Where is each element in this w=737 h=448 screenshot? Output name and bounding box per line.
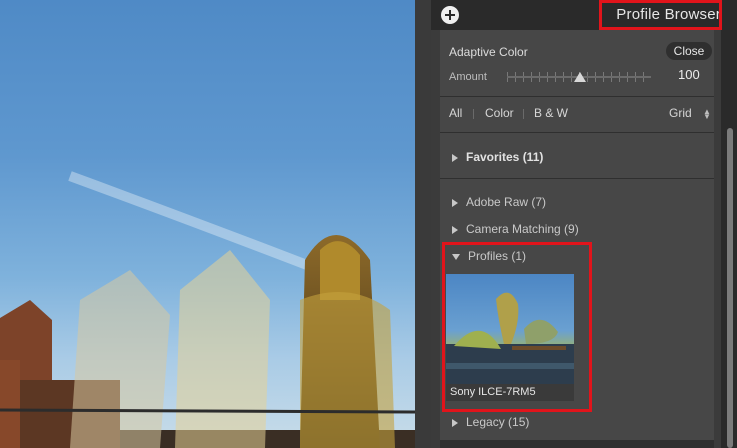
profile-browser-content: Adaptive Color Close Amount 100 All Colo… bbox=[440, 30, 714, 446]
triangle-right-icon bbox=[452, 198, 458, 207]
profile-browser-panel: Profile Browser Adaptive Color Close Amo… bbox=[431, 0, 737, 448]
divider bbox=[440, 96, 714, 97]
tab-separator bbox=[473, 109, 474, 119]
panel-gutter bbox=[415, 0, 431, 448]
amount-value: 100 bbox=[678, 67, 700, 82]
scrollbar-thumb[interactable] bbox=[727, 128, 733, 448]
section-adobe-raw[interactable]: Adobe Raw (7) bbox=[452, 195, 546, 209]
tab-bw[interactable]: B & W bbox=[534, 106, 568, 120]
title-highlight-box bbox=[599, 0, 722, 30]
adaptive-color-label: Adaptive Color bbox=[449, 45, 528, 59]
plus-icon[interactable] bbox=[441, 6, 459, 24]
landscape-photo bbox=[0, 171, 415, 448]
triangle-right-icon bbox=[452, 153, 458, 162]
triangle-right-icon bbox=[452, 418, 458, 427]
tab-color[interactable]: Color bbox=[485, 106, 514, 120]
section-camera-matching[interactable]: Camera Matching (9) bbox=[452, 222, 579, 236]
amount-slider-thumb[interactable] bbox=[574, 72, 586, 82]
section-label: Camera Matching (9) bbox=[466, 222, 579, 236]
scrollbar[interactable] bbox=[721, 30, 737, 448]
photo-canvas bbox=[0, 0, 415, 448]
view-dropdown[interactable]: Grid bbox=[669, 106, 692, 120]
close-button[interactable]: Close bbox=[666, 42, 712, 60]
section-label: Legacy (15) bbox=[466, 415, 530, 429]
tab-all[interactable]: All bbox=[449, 106, 462, 120]
section-label: Adobe Raw (7) bbox=[466, 195, 547, 209]
chevron-updown-icon: ▲ ▼ bbox=[703, 107, 711, 121]
triangle-right-icon bbox=[452, 225, 458, 234]
divider bbox=[440, 178, 714, 179]
panel-footer bbox=[440, 440, 714, 448]
tab-separator bbox=[523, 109, 524, 119]
section-favorites[interactable]: Favorites (11) bbox=[452, 150, 543, 164]
divider bbox=[440, 132, 714, 133]
thumbnail-highlight-box bbox=[442, 242, 592, 412]
amount-label: Amount bbox=[449, 71, 487, 83]
section-label: Favorites (11) bbox=[466, 150, 544, 164]
section-legacy[interactable]: Legacy (15) bbox=[452, 415, 529, 429]
